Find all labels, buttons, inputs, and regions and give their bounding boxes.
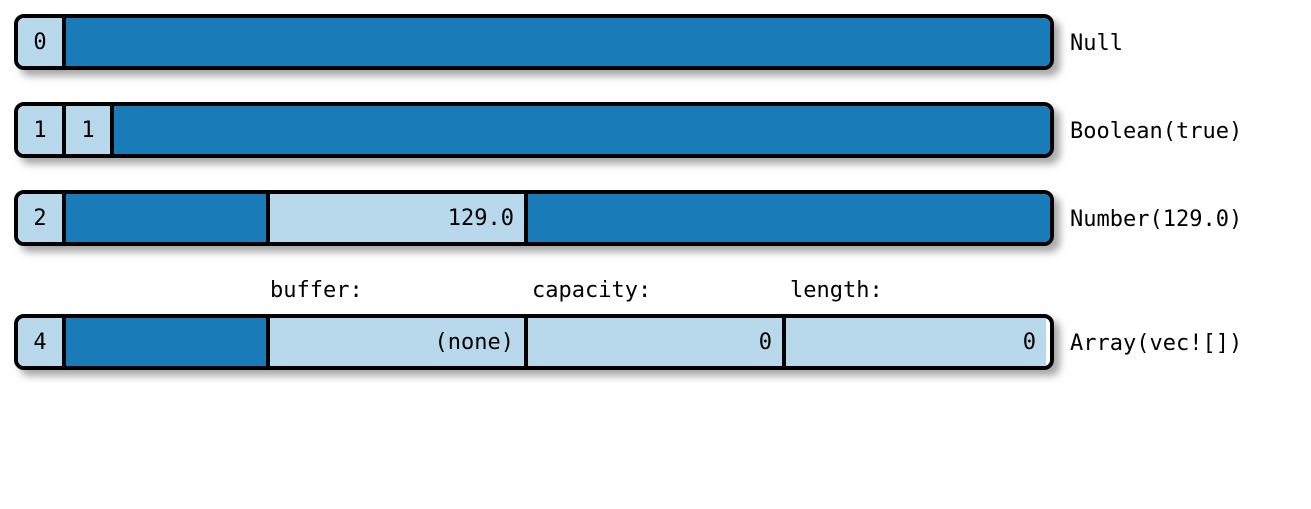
bar-number: 2 129.0	[14, 190, 1054, 246]
unused-fill	[528, 194, 1050, 242]
row-label: Null	[1070, 31, 1123, 70]
row-label: Boolean(true)	[1070, 119, 1242, 158]
header-buffer: buffer:	[266, 278, 528, 310]
buffer-value: (none)	[266, 318, 528, 366]
tag-byte: 0	[18, 18, 66, 66]
bar-boolean: 1 1	[14, 102, 1054, 158]
number-value: 129.0	[266, 194, 528, 242]
padding	[66, 194, 266, 242]
memory-layout-diagram: 0 Null 1 1 Boolean(true) 2 129.0 Number(	[14, 14, 1297, 370]
row-number: 2 129.0 Number(129.0)	[14, 190, 1297, 246]
row-label: Number(129.0)	[1070, 207, 1242, 246]
bool-byte: 1	[66, 106, 114, 154]
padding	[66, 318, 266, 366]
bar-null: 0	[14, 14, 1054, 70]
tag-byte: 4	[18, 318, 66, 366]
unused-fill	[114, 106, 1050, 154]
array-field-headers: buffer: capacity: length:	[14, 278, 1054, 310]
length-value: 0	[786, 318, 1046, 366]
header-capacity: capacity:	[528, 278, 786, 310]
row-boolean: 1 1 Boolean(true)	[14, 102, 1297, 158]
row-null: 0 Null	[14, 14, 1297, 70]
row-label: Array(vec![])	[1070, 331, 1242, 370]
row-array: buffer: capacity: length: 4 (none) 0 0 A…	[14, 278, 1297, 370]
header-length: length:	[786, 278, 1046, 310]
bar-array: 4 (none) 0 0	[14, 314, 1054, 370]
tag-byte: 2	[18, 194, 66, 242]
capacity-value: 0	[528, 318, 786, 366]
unused-fill	[66, 18, 1050, 66]
tag-byte: 1	[18, 106, 66, 154]
